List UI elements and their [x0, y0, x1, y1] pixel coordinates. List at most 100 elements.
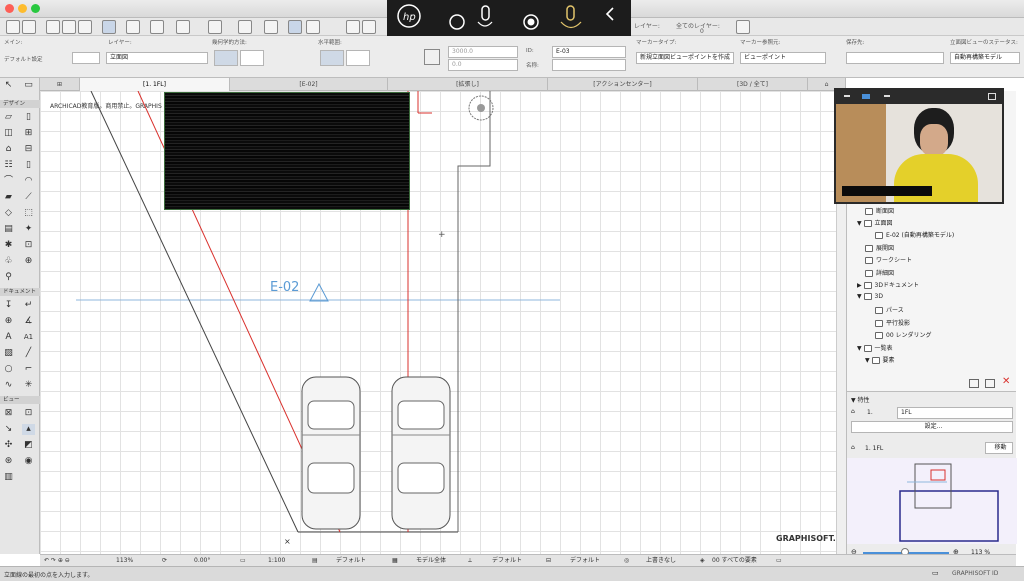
floor-name-field[interactable]: 1FL: [897, 407, 1013, 419]
zoom-window-button[interactable]: [31, 4, 40, 13]
mirror-icon[interactable]: [346, 20, 360, 34]
length-field[interactable]: 3000.0: [448, 46, 518, 58]
close-window-button[interactable]: [5, 4, 14, 13]
split-icon[interactable]: [306, 20, 320, 34]
suspend-group-icon[interactable]: [208, 20, 222, 34]
window-tool[interactable]: ⊞: [22, 128, 35, 139]
tab-3d-all[interactable]: [3D / 全て]: [698, 78, 808, 91]
minimize-window-button[interactable]: [18, 4, 27, 13]
webcam-layout-icon[interactable]: [862, 94, 870, 99]
nav-item-section[interactable]: 断面図: [865, 206, 894, 215]
layer-combo-select[interactable]: デフォルト: [336, 555, 366, 566]
nav-item-detail[interactable]: 詳細図: [865, 268, 894, 277]
nav-item-schedule[interactable]: ▼ 一覧表: [857, 343, 893, 352]
delete-icon[interactable]: ✕: [1002, 376, 1010, 387]
marquee-tool[interactable]: ▭: [22, 80, 35, 91]
polyline-tool[interactable]: ⌐: [22, 364, 35, 375]
nav-item-elements[interactable]: ▼ 要素: [865, 355, 895, 364]
trace-icon[interactable]: [264, 20, 278, 34]
range-limited-button[interactable]: [346, 50, 370, 66]
scale-readout[interactable]: 1:100: [268, 555, 285, 566]
figure-tool[interactable]: ⊕: [22, 256, 35, 267]
rotate-icon[interactable]: ⟳: [162, 555, 167, 566]
floor-plan-canvas[interactable]: ARCHICAD教育版。商用禁止。GRAPHIS + × E-02 GRAPHI…: [40, 91, 836, 554]
override-select[interactable]: 上書きなし: [646, 555, 676, 566]
text-tool[interactable]: A: [2, 332, 15, 343]
3d-document-tool[interactable]: ▥: [2, 472, 15, 483]
webcam-option-icon[interactable]: [884, 95, 890, 97]
radial-tool[interactable]: ◉: [22, 456, 35, 467]
tab-1fl[interactable]: [1. 1FL]: [80, 78, 230, 91]
webcam-minimize-icon[interactable]: [844, 95, 850, 97]
layer-settings-icon[interactable]: [736, 20, 750, 34]
redo-icon[interactable]: [22, 20, 36, 34]
nav-item-parallel[interactable]: 平行投影: [875, 318, 910, 327]
marker-icon[interactable]: [424, 49, 440, 65]
tab-grid-icon[interactable]: ⊞: [40, 78, 80, 91]
arrange-icon[interactable]: [288, 20, 302, 34]
slab-tool[interactable]: ▰: [2, 192, 15, 203]
nav-item-rendering[interactable]: 00 レンダリング: [875, 330, 932, 339]
beam-tool[interactable]: ◫: [2, 128, 15, 139]
graphisoft-id-label[interactable]: GRAPHISOFT ID: [952, 570, 998, 577]
fill-tool[interactable]: ▨: [2, 348, 15, 359]
properties-header[interactable]: ▼ 特性: [851, 395, 870, 404]
tab-extension[interactable]: [拡張し]: [388, 78, 548, 91]
marker-type-select[interactable]: 新規立面図ビューポイントを作成: [636, 52, 734, 64]
elevation-marker-label[interactable]: E-02: [270, 280, 299, 295]
grid-snap-icon[interactable]: [176, 20, 190, 34]
change-tool[interactable]: ◩: [22, 440, 35, 451]
magic-wand-icon[interactable]: [362, 20, 376, 34]
hotspot-tool[interactable]: ✳: [22, 380, 35, 391]
spline-tool[interactable]: ∿: [2, 380, 15, 391]
elevation-tool[interactable]: ⊡: [22, 408, 35, 419]
angle-readout[interactable]: 0.00°: [194, 555, 210, 566]
navigator-preview[interactable]: [847, 458, 1017, 544]
nav-item-3d[interactable]: ▼ 3D: [857, 293, 883, 300]
mesh-tool[interactable]: ⟋: [22, 192, 35, 203]
roof-tool[interactable]: ⌒: [2, 176, 15, 187]
curtain-wall-tool[interactable]: ▤: [2, 224, 15, 235]
move-button[interactable]: 移動: [985, 442, 1013, 454]
column-tool[interactable]: ▯: [22, 112, 35, 123]
settings-button[interactable]: 設定...: [851, 421, 1013, 433]
dimension-select[interactable]: デフォルト: [570, 555, 600, 566]
clone-icon[interactable]: [985, 379, 995, 388]
morph-tool[interactable]: ◇: [2, 208, 15, 219]
object-tool[interactable]: ⊟: [22, 144, 35, 155]
nav-item-interior-elevation[interactable]: 展開図: [865, 243, 894, 252]
gravity-icon[interactable]: [150, 20, 164, 34]
shell-tool[interactable]: ◠: [22, 176, 35, 187]
skylight-tool[interactable]: ✱: [2, 240, 15, 251]
model-view-select[interactable]: モデル全体: [416, 555, 446, 566]
zone-tool[interactable]: ⬚: [22, 208, 35, 219]
new-folder-icon[interactable]: [969, 379, 979, 388]
angle-dimension-tool[interactable]: ∡: [22, 316, 35, 327]
railing-tool[interactable]: ▯: [22, 160, 35, 171]
geometry-segmented-button[interactable]: [240, 50, 264, 66]
nav-item-perspective[interactable]: パース: [875, 305, 904, 314]
undo-icon[interactable]: [6, 20, 20, 34]
zero-field[interactable]: 0.0: [448, 59, 518, 71]
tab-action-center[interactable]: [アクションセンター]: [548, 78, 698, 91]
geometry-straight-button[interactable]: [214, 50, 238, 66]
section-tool[interactable]: ⊠: [2, 408, 15, 419]
level-dimension-tool[interactable]: ↵: [22, 300, 35, 311]
snap-icon[interactable]: [126, 20, 140, 34]
layer-select[interactable]: 立面図: [106, 52, 208, 64]
door-tool[interactable]: ⌂: [2, 144, 15, 155]
undo-zoom-icon[interactable]: ↶ ↷ ⊕ ⊖: [44, 555, 70, 566]
wall-tool[interactable]: ▱: [2, 112, 15, 123]
nav-item-elevation[interactable]: ▼ 立面図: [857, 218, 893, 227]
save-field[interactable]: [846, 52, 944, 64]
label-tool[interactable]: A1: [22, 332, 35, 343]
pin-tool[interactable]: ⚲: [2, 272, 15, 283]
pointer-tool-icon[interactable]: [46, 20, 60, 34]
window-icon[interactable]: ▭: [932, 569, 939, 577]
stair-tool[interactable]: ☷: [2, 160, 15, 171]
camera-tool[interactable]: ⊛: [2, 456, 15, 467]
worksheet-tool[interactable]: ▴: [22, 424, 35, 435]
nav-item-e02[interactable]: E-02 (自動再構築モデル): [875, 230, 954, 239]
nav-item-worksheet[interactable]: ワークシート: [865, 255, 912, 264]
elevation-status-select[interactable]: 自動再構築モデル: [950, 52, 1020, 64]
